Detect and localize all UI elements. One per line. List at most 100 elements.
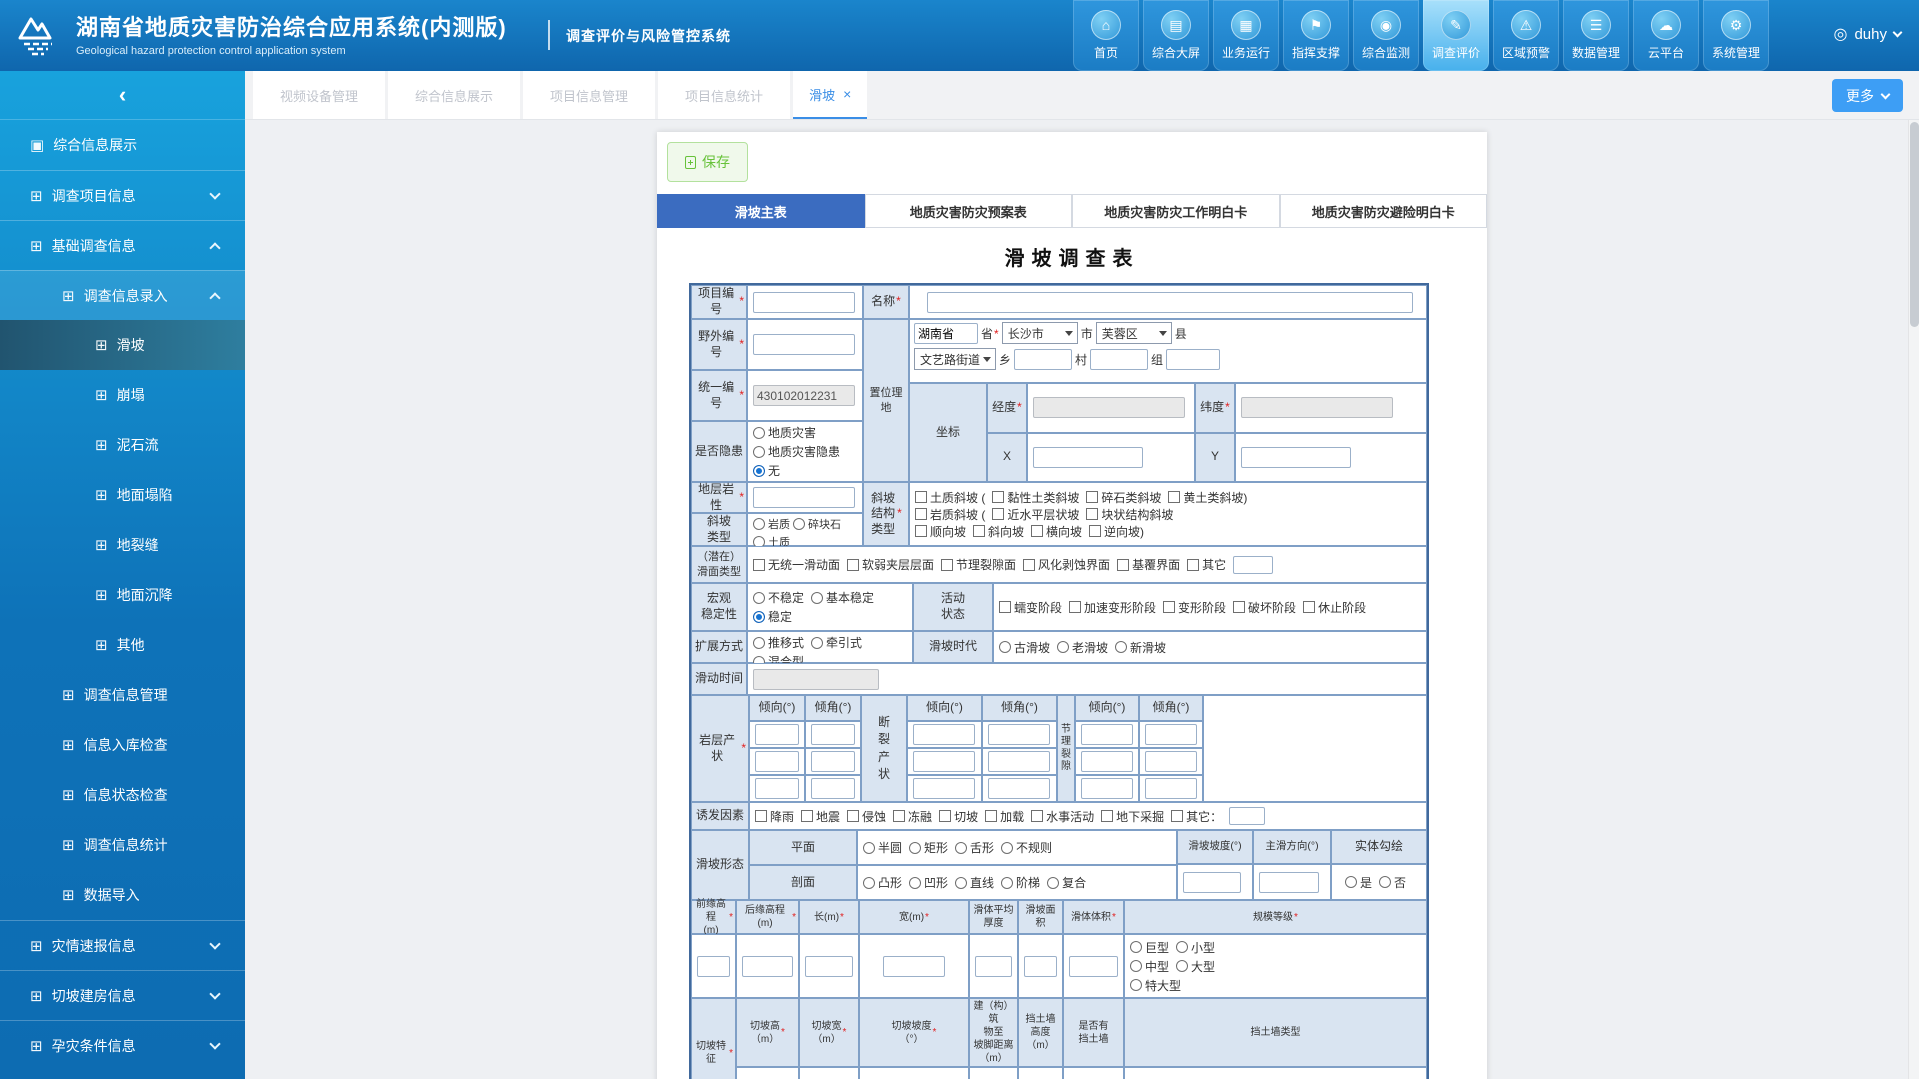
width-input[interactable]	[883, 956, 945, 977]
x-input[interactable]	[1033, 447, 1143, 468]
radio-option[interactable]: 直线	[955, 874, 994, 891]
nav-item-big-screen[interactable]: ▤ 综合大屏	[1143, 0, 1209, 71]
form-tab-work-card[interactable]: 地质灾害防灾工作明白卡	[1072, 194, 1280, 228]
sidebar-item-ground-subsidence[interactable]: ⊞ 地面沉降	[0, 570, 245, 620]
form-tab-landslide-main[interactable]: 滑坡主表	[657, 194, 865, 228]
sidebar-item-hazard-condition-info[interactable]: ⊞ 孕灾条件信息	[0, 1020, 245, 1070]
radio-option[interactable]: 大型	[1176, 958, 1215, 975]
joint-dip-dir-input[interactable]	[1081, 751, 1133, 772]
nav-item-cloud-platform[interactable]: ☁ 云平台	[1633, 0, 1699, 71]
sidebar-item-data-import[interactable]: ⊞ 数据导入	[0, 870, 245, 920]
radio-option[interactable]: 地质灾害隐患	[753, 443, 840, 460]
sidebar-item-integrated-info-display[interactable]: ▣ 综合信息展示	[0, 120, 245, 170]
radio-option[interactable]: 舌形	[955, 839, 994, 856]
save-button[interactable]: 保存	[667, 142, 748, 182]
checkbox-option[interactable]: 斜向坡	[973, 523, 1024, 540]
sidebar-item-ground-collapse[interactable]: ⊞ 地面塌陷	[0, 470, 245, 520]
radio-option[interactable]: 岩质	[753, 516, 790, 532]
close-icon[interactable]: ×	[843, 86, 851, 102]
radio-option[interactable]: 中型	[1130, 958, 1169, 975]
radio-option[interactable]: 凸形	[863, 874, 902, 891]
fracture-dip-dir-input[interactable]	[913, 724, 975, 745]
radio-option[interactable]: 复合	[1047, 874, 1086, 891]
rock-dip-angle-input[interactable]	[811, 724, 855, 745]
fracture-dip-angle-input[interactable]	[988, 778, 1050, 799]
tab-landslide[interactable]: 滑坡 ×	[793, 71, 867, 119]
sidebar-item-landslide[interactable]: ⊞ 滑坡	[0, 320, 245, 370]
radio-option[interactable]: 不规则	[1001, 839, 1052, 856]
radio-option[interactable]: 阶梯	[1001, 874, 1040, 891]
checkbox-option[interactable]: 近水平层状坡	[992, 506, 1079, 523]
nav-item-data-management[interactable]: ☰ 数据管理	[1563, 0, 1629, 71]
nav-item-integrated-monitor[interactable]: ◉ 综合监测	[1353, 0, 1419, 71]
checkbox-option[interactable]: 软弱夹层层面	[847, 556, 934, 573]
joint-dip-angle-input[interactable]	[1145, 724, 1197, 745]
slide-time-input[interactable]	[753, 669, 879, 690]
radio-option[interactable]: 特大型	[1130, 977, 1181, 994]
nav-item-regional-warning[interactable]: ⚠ 区域预警	[1493, 0, 1559, 71]
rock-dip-angle-input[interactable]	[811, 751, 855, 772]
checkbox-option[interactable]: 破坏阶段	[1233, 599, 1296, 616]
city-select[interactable]: 长沙市	[1002, 322, 1078, 344]
sidebar-item-survey-project-info[interactable]: ⊞ 调查项目信息	[0, 170, 245, 220]
province-input[interactable]	[914, 323, 978, 344]
field-no-input[interactable]	[753, 334, 855, 355]
checkbox-option[interactable]: 节理裂隙面	[941, 556, 1016, 573]
sidebar-item-basic-survey-info[interactable]: ⊞ 基础调查信息	[0, 220, 245, 270]
radio-option[interactable]: 老滑坡	[1057, 639, 1108, 656]
radio-option[interactable]: 推移式	[753, 634, 804, 651]
sidebar-item-collapse-hazard[interactable]: ⊞ 崩塌	[0, 370, 245, 420]
checkbox-option[interactable]: 地震	[801, 808, 840, 825]
checkbox-option[interactable]: 块状结构斜坡	[1086, 506, 1173, 523]
town-select[interactable]: 文艺路街道	[914, 348, 996, 370]
sidebar-item-info-status-check[interactable]: ⊞ 信息状态检查	[0, 770, 245, 820]
tab-video-device-management[interactable]: 视频设备管理	[253, 71, 385, 119]
county-select[interactable]: 芙蓉区	[1096, 322, 1172, 344]
radio-option[interactable]: 不稳定	[753, 589, 804, 606]
longitude-input[interactable]	[1033, 397, 1185, 418]
fracture-dip-dir-input[interactable]	[913, 751, 975, 772]
checkbox-option[interactable]: 降雨	[755, 808, 794, 825]
nav-item-business-run[interactable]: ▦ 业务运行	[1213, 0, 1279, 71]
checkbox-option[interactable]: 黄土类斜坡)	[1168, 489, 1247, 506]
form-tab-prevention-plan[interactable]: 地质灾害防灾预案表	[865, 194, 1073, 228]
sidebar-item-info-storage-check[interactable]: ⊞ 信息入库检查	[0, 720, 245, 770]
radio-option[interactable]: 半圆	[863, 839, 902, 856]
front-elevation-input[interactable]	[697, 956, 730, 977]
project-no-input[interactable]	[753, 292, 855, 313]
radio-option[interactable]: 地质灾害	[753, 424, 816, 441]
sidebar-item-disaster-report-info[interactable]: ⊞ 灾情速报信息	[0, 920, 245, 970]
radio-option[interactable]: 凹形	[909, 874, 948, 891]
checkbox-option[interactable]: 岩质斜坡 (	[915, 506, 985, 523]
joint-dip-dir-input[interactable]	[1081, 724, 1133, 745]
main-slide-dir-input[interactable]	[1259, 872, 1319, 893]
checkbox-option[interactable]: 地下采掘	[1101, 808, 1164, 825]
subgroup-input[interactable]	[1166, 349, 1220, 370]
radio-option[interactable]: 牵引式	[811, 634, 862, 651]
tab-integrated-info-display[interactable]: 综合信息展示	[388, 71, 520, 119]
checkbox-option[interactable]: 水事活动	[1031, 808, 1094, 825]
radio-option[interactable]: 基本稳定	[811, 589, 874, 606]
trigger-other-input[interactable]	[1229, 807, 1265, 825]
nav-item-home[interactable]: ⌂ 首页	[1073, 0, 1139, 71]
checkbox-option[interactable]: 逆向坡)	[1089, 523, 1144, 540]
checkbox-option[interactable]: 基覆界面	[1117, 556, 1180, 573]
radio-option[interactable]: 碎块石	[793, 516, 841, 532]
strata-input[interactable]	[753, 487, 855, 508]
sidebar-item-survey-info-stats[interactable]: ⊞ 调查信息统计	[0, 820, 245, 870]
radio-option[interactable]: 无	[753, 462, 780, 479]
nav-item-survey-evaluation[interactable]: ✎ 调查评价	[1423, 0, 1489, 71]
checkbox-option[interactable]: 切坡	[939, 808, 978, 825]
rear-elevation-input[interactable]	[742, 956, 793, 977]
radio-option[interactable]: 巨型	[1130, 939, 1169, 956]
sidebar-item-other[interactable]: ⊞ 其他	[0, 620, 245, 670]
fracture-dip-dir-input[interactable]	[913, 778, 975, 799]
volume-input[interactable]	[1069, 956, 1118, 977]
fracture-dip-angle-input[interactable]	[988, 724, 1050, 745]
radio-option[interactable]: 小型	[1176, 939, 1215, 956]
tab-project-info-management[interactable]: 项目信息管理	[523, 71, 655, 119]
sidebar-item-slope-cut-housing-info[interactable]: ⊞ 切坡建房信息	[0, 970, 245, 1020]
checkbox-option[interactable]: 冻融	[893, 808, 932, 825]
checkbox-option[interactable]: 侵蚀	[847, 808, 886, 825]
scrollbar-thumb[interactable]	[1910, 122, 1919, 327]
